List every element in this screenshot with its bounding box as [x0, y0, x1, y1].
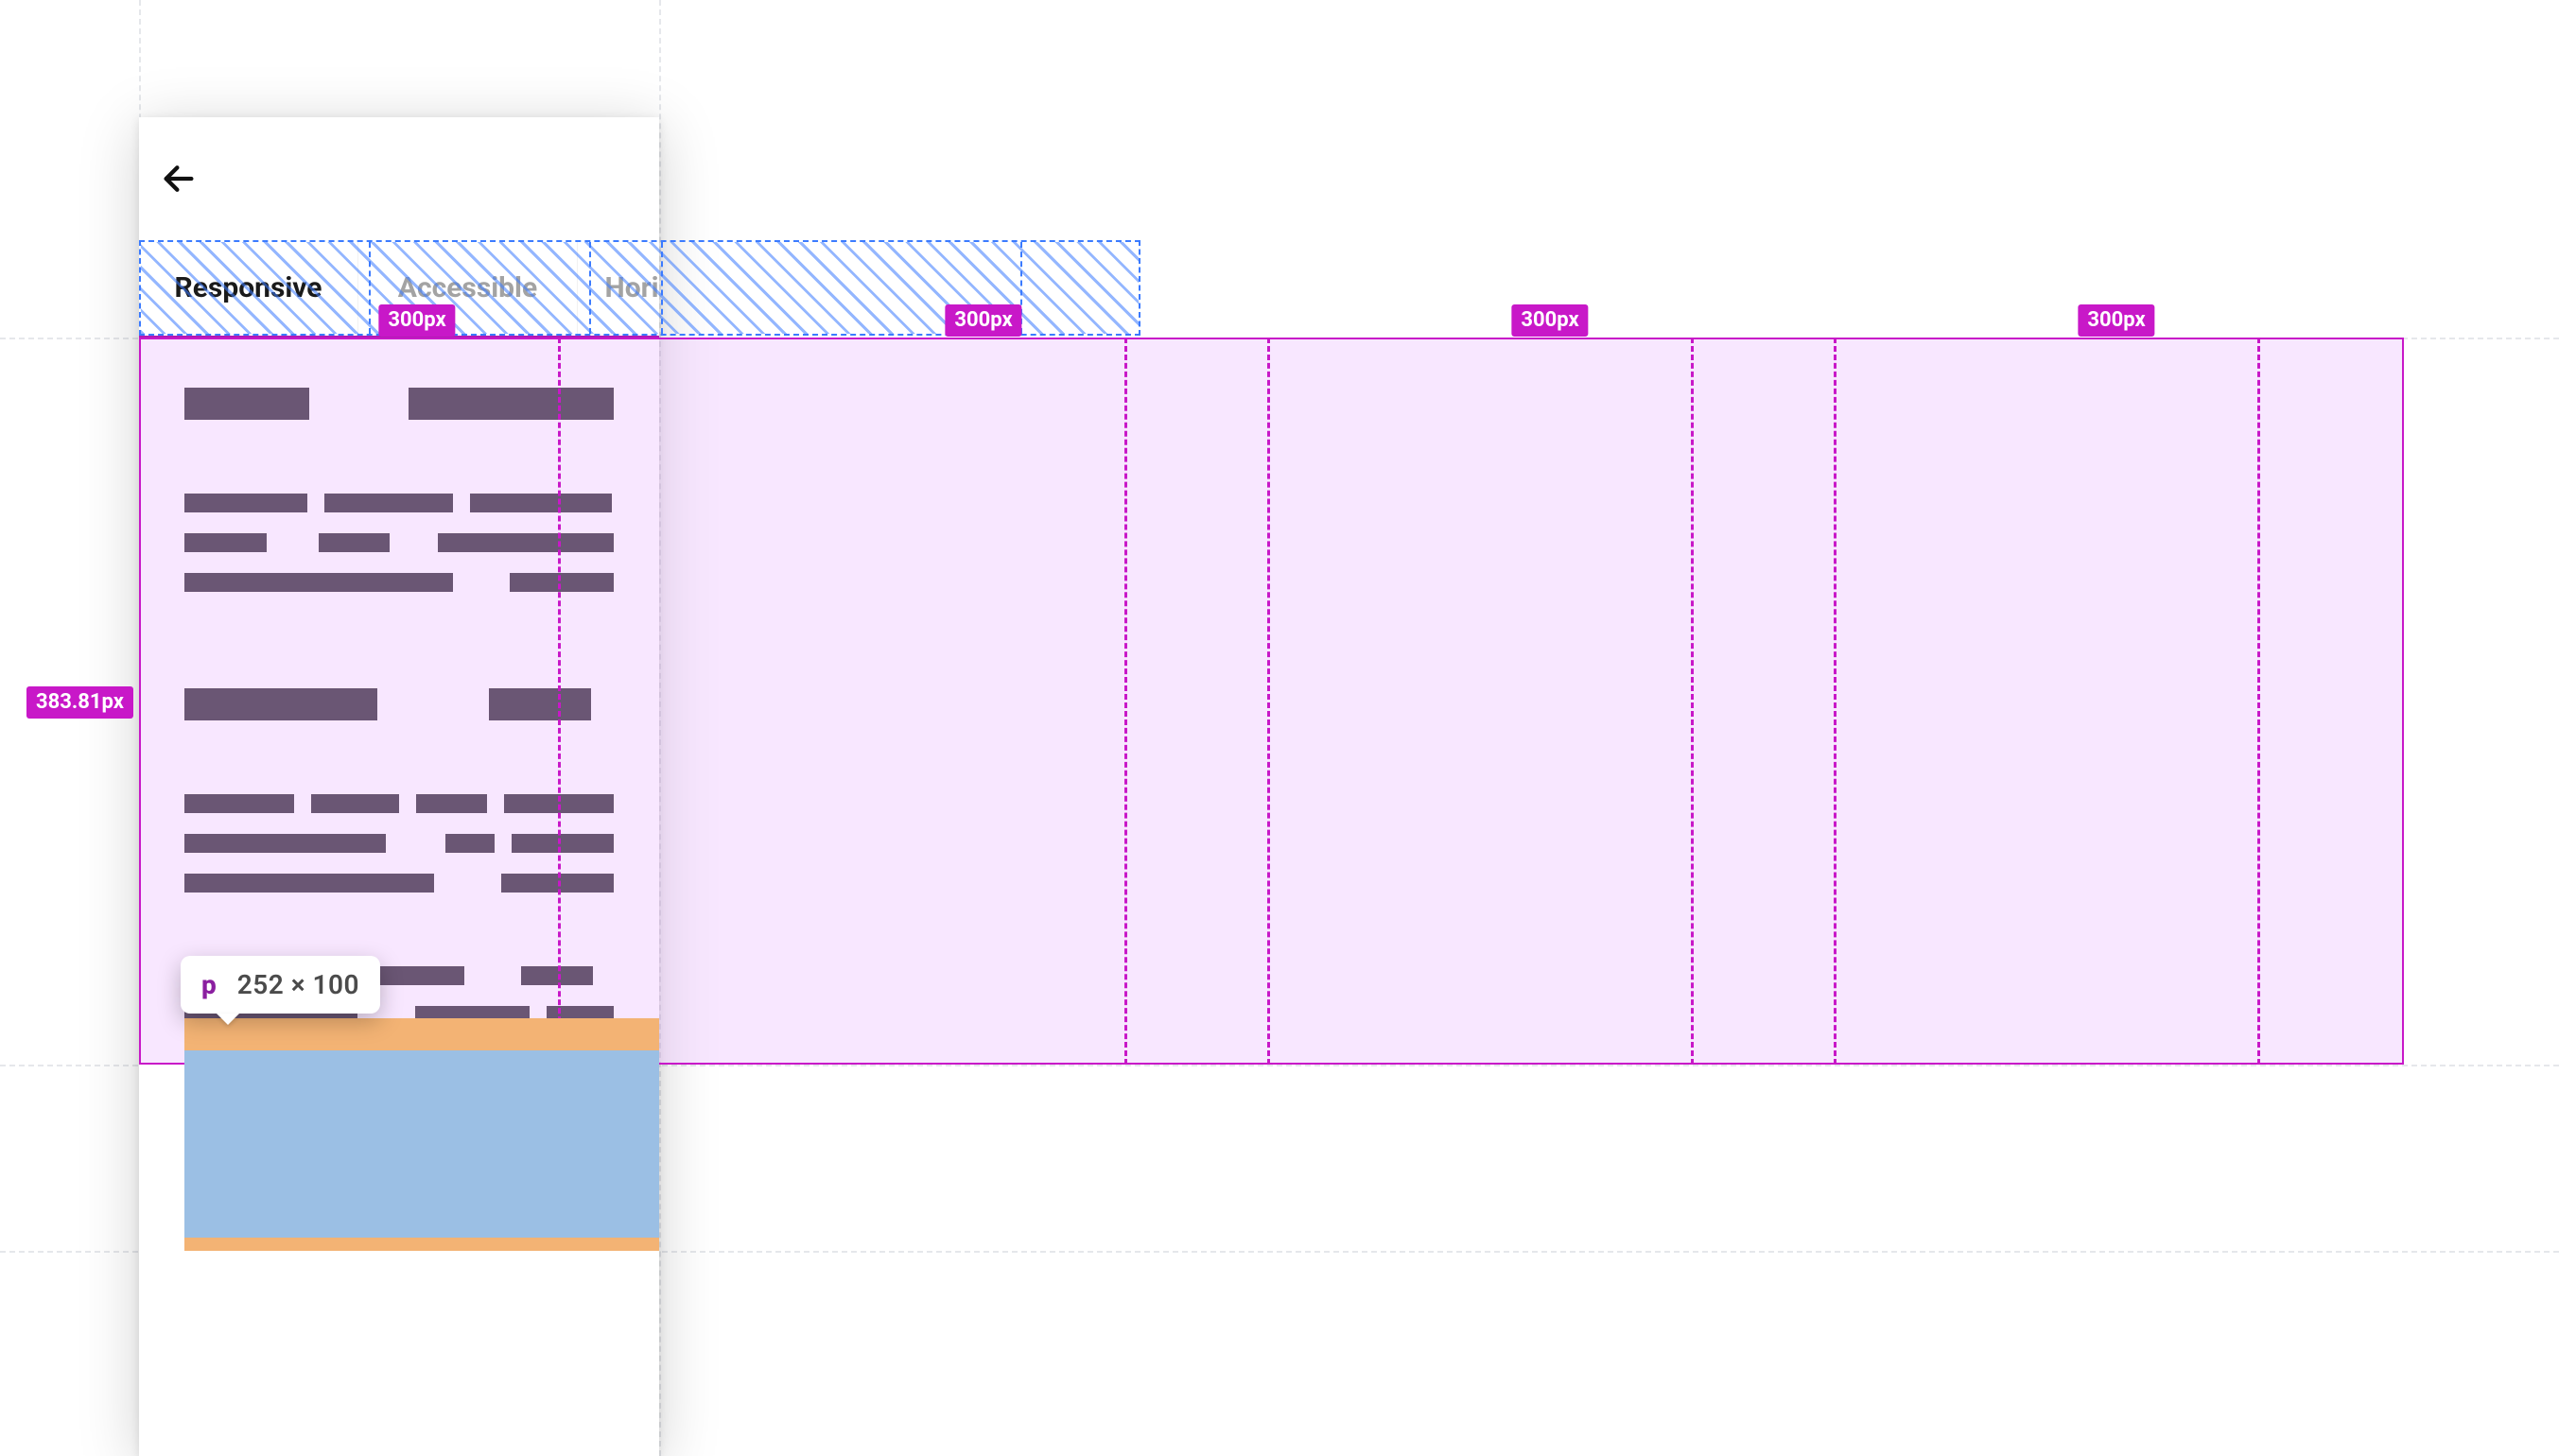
redacted-text-line	[184, 834, 614, 853]
devtools-flex-separator	[1267, 338, 1270, 1065]
devtools-gap-chip: 300px	[1511, 304, 1588, 337]
back-arrow-icon[interactable]	[160, 160, 198, 198]
devtools-flex-separator	[2257, 338, 2260, 1065]
tab-responsive[interactable]: Responsive	[139, 240, 358, 336]
redacted-text-line	[184, 874, 614, 893]
devtools-gap-chip: 300px	[945, 304, 1021, 337]
redacted-heading	[184, 388, 614, 420]
devtools-height-chip: 383.81px	[26, 686, 133, 719]
redacted-text-line	[184, 1085, 614, 1104]
tab-accessible[interactable]: Accessible	[358, 240, 578, 336]
device-header	[139, 117, 659, 240]
devtools-flex-separator	[1834, 338, 1837, 1065]
devtools-flex-separator	[1124, 338, 1127, 1065]
redacted-text-line	[184, 794, 614, 813]
redacted-text-line	[184, 1046, 614, 1065]
redacted-text-line	[184, 494, 614, 512]
devtools-flex-separator	[1691, 338, 1694, 1065]
redacted-text-line	[184, 533, 614, 552]
device-tabs: Responsive Accessible Horizontal	[139, 240, 659, 338]
redacted-text-line	[184, 573, 614, 592]
redacted-text-line	[184, 1006, 614, 1025]
canvas-guide-vertical	[659, 0, 661, 1456]
device-artboard: Responsive Accessible Horizontal	[139, 117, 659, 1456]
tab-panel-content	[139, 338, 659, 1104]
tab-horizontal[interactable]: Horizontal	[578, 240, 659, 336]
redacted-text-line	[184, 966, 614, 985]
redacted-heading	[184, 688, 614, 720]
devtools-gap-chip: 300px	[2078, 304, 2154, 337]
